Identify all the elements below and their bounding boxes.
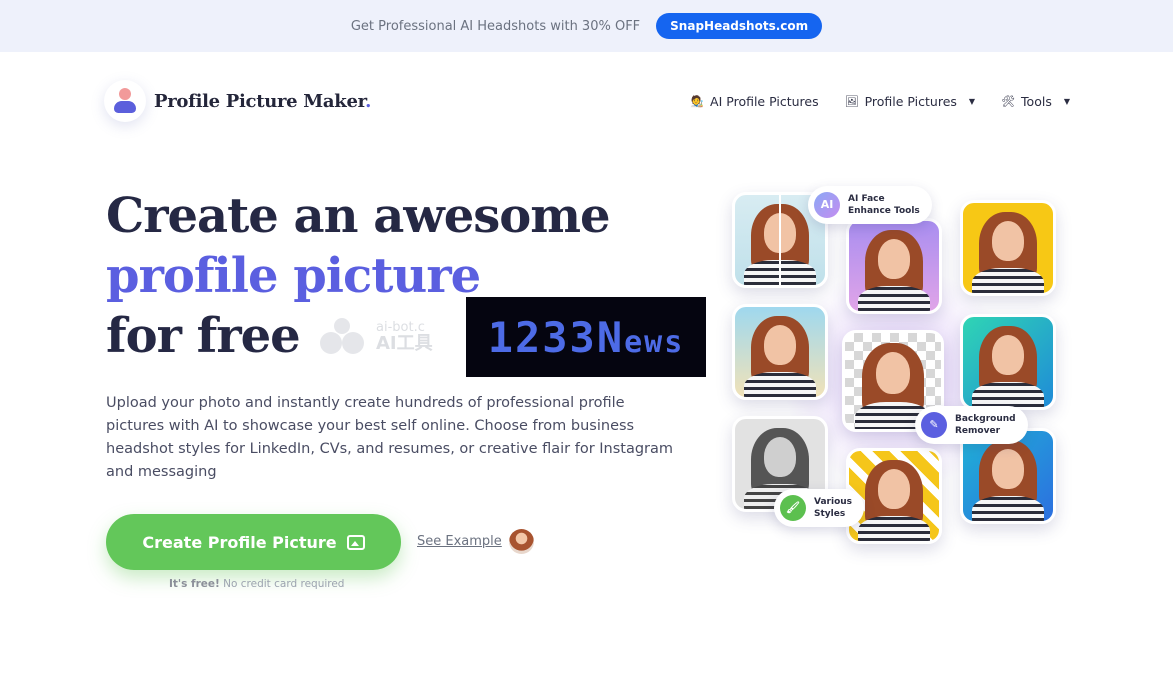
promo-banner: Get Professional AI Headshots with 30% O… [0, 0, 1173, 52]
create-profile-picture-button[interactable]: Create Profile Picture [106, 514, 401, 570]
collage-tile-teal [960, 314, 1056, 410]
collage-tile-yellow [960, 200, 1056, 296]
collage-tile-beach [732, 304, 828, 400]
cta-label: Create Profile Picture [142, 532, 337, 552]
various-styles-badge: 🖌 Various Styles [774, 489, 865, 527]
see-example-link[interactable]: See Example [417, 534, 502, 549]
hero-description: Upload your photo and instantly create h… [106, 395, 674, 480]
news-watermark-text: 1233News [487, 312, 685, 362]
promo-button[interactable]: SnapHeadshots.com [656, 13, 823, 39]
collage-tile-purple [846, 218, 942, 314]
chevron-down-icon: ▼ [968, 97, 976, 106]
nav-label: Profile Pictures [864, 94, 957, 109]
nav-label: Tools [1021, 94, 1052, 109]
brand-logo[interactable]: Profile Picture Maker. [104, 80, 371, 122]
watermark-logo-icon [320, 318, 370, 354]
hero-line-1: Create an awesome [106, 188, 611, 244]
free-note: It's free! No credit card required [169, 578, 345, 590]
tools-icon: 🛠 [1001, 95, 1016, 108]
magic-wand-icon: ✎ [921, 412, 947, 438]
picture-icon: 🖼 [844, 95, 859, 108]
main-nav: 🧑‍🎨 AI Profile Pictures 🖼 Profile Pictur… [690, 94, 1070, 109]
example-avatar[interactable] [509, 529, 534, 554]
nav-profile-pictures[interactable]: 🖼 Profile Pictures ▼ [845, 94, 975, 109]
artist-icon: 🧑‍🎨 [690, 95, 705, 108]
image-icon [346, 534, 365, 550]
ai-face-enhance-badge: AI AI Face Enhance Tools [808, 186, 932, 224]
profile-collage: AI AI Face Enhance Tools ✎ Background Remo… [718, 178, 1078, 558]
chevron-down-icon: ▼ [1063, 97, 1070, 106]
watermark-text: ai-bot.c AI工具 [376, 320, 433, 354]
nav-tools[interactable]: 🛠 Tools ▼ [1001, 94, 1070, 109]
promo-text: Get Professional AI Headshots with 30% O… [350, 18, 641, 34]
nav-label: AI Profile Pictures [710, 94, 819, 109]
avatar-logo-icon [104, 80, 146, 122]
background-remover-badge: ✎ Background Remover [915, 406, 1028, 444]
ai-icon: AI [814, 192, 840, 218]
brand-name: Profile Picture Maker. [154, 90, 372, 112]
news-watermark: 1233News [466, 297, 706, 377]
brush-icon: 🖌 [780, 495, 806, 521]
nav-ai-profile-pictures[interactable]: 🧑‍🎨 AI Profile Pictures [690, 94, 818, 109]
watermark: ai-bot.c AI工具 [320, 318, 433, 354]
